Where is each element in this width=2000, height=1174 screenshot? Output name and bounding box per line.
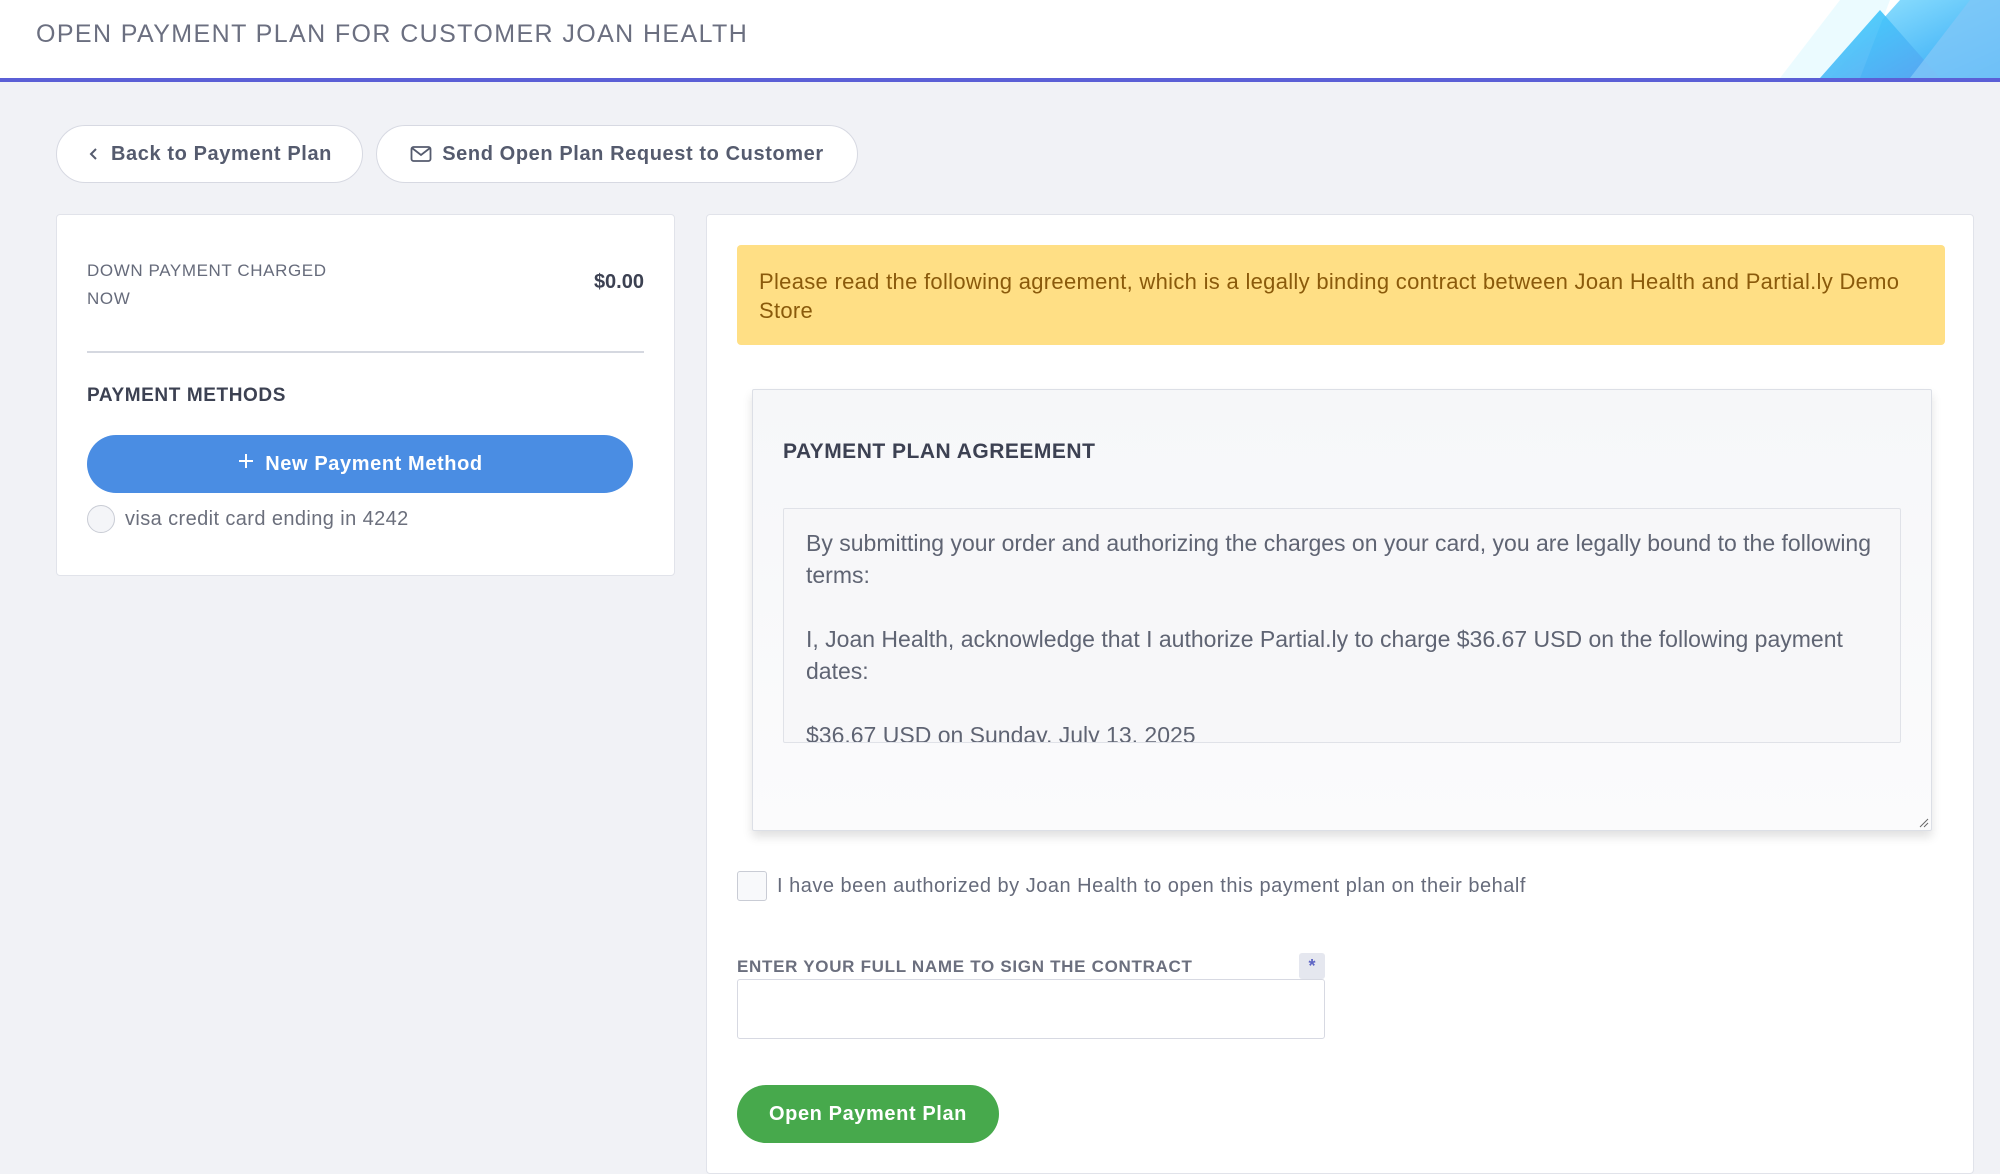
envelope-icon xyxy=(410,145,432,163)
top-header: OPEN PAYMENT PLAN FOR CUSTOMER JOAN HEAL… xyxy=(0,0,2000,82)
agreement-panel: PAYMENT PLAN AGREEMENT By submitting you… xyxy=(752,389,1932,831)
open-payment-plan-button[interactable]: Open Payment Plan xyxy=(737,1085,999,1143)
new-payment-method-button[interactable]: New Payment Method xyxy=(87,435,633,493)
required-marker: * xyxy=(1299,953,1325,979)
agreement-paragraph: $36.67 USD on Sunday, July 13, 2025 xyxy=(806,722,1196,743)
send-open-plan-request-button[interactable]: Send Open Plan Request to Customer xyxy=(376,125,858,183)
back-to-payment-plan-button[interactable]: Back to Payment Plan xyxy=(56,125,363,183)
down-payment-label: DOWN PAYMENT CHARGED NOW xyxy=(87,261,327,308)
signature-input[interactable] xyxy=(737,979,1325,1039)
plus-icon xyxy=(237,452,255,476)
payment-methods-title: PAYMENT METHODS xyxy=(87,385,287,406)
divider xyxy=(87,351,644,353)
brand-decoration-icon xyxy=(1780,0,2000,78)
payment-method-label: visa credit card ending in 4242 xyxy=(125,507,409,530)
agreement-paragraph: I, Joan Health, acknowledge that I autho… xyxy=(806,626,1843,684)
agreement-card: Please read the following agreement, whi… xyxy=(706,214,1974,1174)
chevron-left-icon xyxy=(87,146,101,162)
new-payment-method-label: New Payment Method xyxy=(265,452,483,475)
authorization-checkbox[interactable] xyxy=(737,871,767,901)
header-accent-line xyxy=(0,78,2000,82)
payment-method-radio[interactable] xyxy=(87,505,115,533)
agreement-text-scroll[interactable]: By submitting your order and authorizing… xyxy=(783,508,1901,743)
resize-grip-icon[interactable] xyxy=(1919,818,1929,828)
agreement-notice: Please read the following agreement, whi… xyxy=(737,245,1945,345)
authorization-row[interactable]: I have been authorized by Joan Health to… xyxy=(737,871,1526,901)
agreement-paragraph: By submitting your order and authorizing… xyxy=(806,530,1872,588)
back-button-label: Back to Payment Plan xyxy=(111,142,332,165)
agreement-title: PAYMENT PLAN AGREEMENT xyxy=(783,440,1096,463)
down-payment-value: $0.00 xyxy=(593,271,644,293)
page-title: OPEN PAYMENT PLAN FOR CUSTOMER JOAN HEAL… xyxy=(36,20,749,48)
send-button-label: Send Open Plan Request to Customer xyxy=(442,142,824,165)
signature-label: ENTER YOUR FULL NAME TO SIGN THE CONTRAC… xyxy=(737,957,1193,976)
authorization-label: I have been authorized by Joan Health to… xyxy=(777,874,1526,897)
payment-summary-card: DOWN PAYMENT CHARGED NOW $0.00 PAYMENT M… xyxy=(56,214,675,576)
payment-method-option[interactable]: visa credit card ending in 4242 xyxy=(87,505,409,533)
